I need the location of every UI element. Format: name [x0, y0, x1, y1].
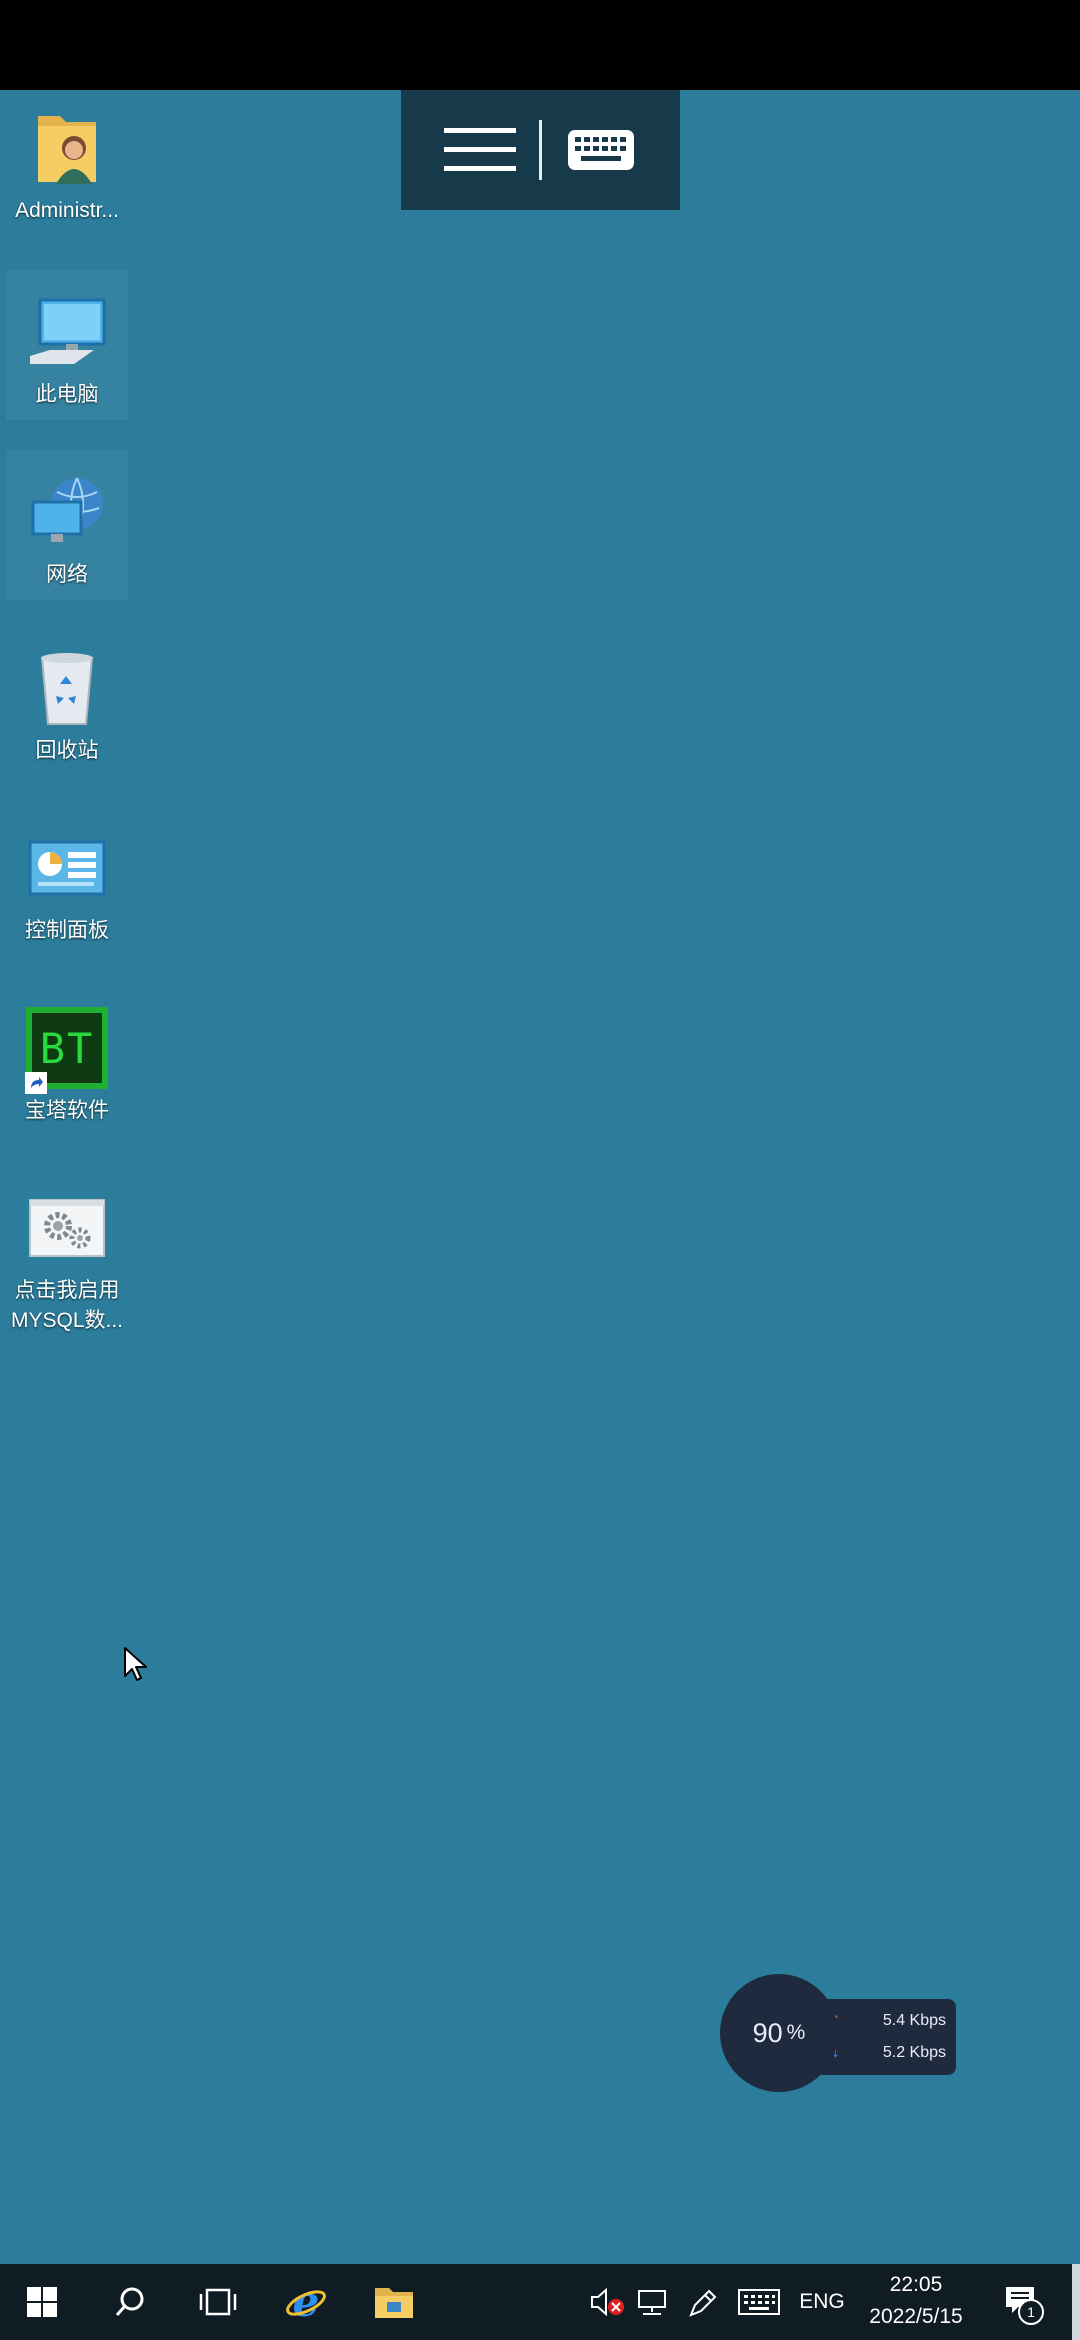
language-indicator[interactable]: ENG [792, 2264, 852, 2340]
desktop-icon-label: 宝塔软件 [25, 1099, 109, 1122]
desktop-icon-bt-panel[interactable]: BT 宝塔软件 [6, 1000, 128, 1126]
bt-panel-icon: BT [19, 1000, 115, 1096]
desktop-icon-recycle-bin[interactable]: 回收站 [6, 640, 128, 766]
language-label: ENG [799, 2290, 845, 2313]
clock-time: 22:05 [889, 2273, 943, 2296]
search-icon[interactable] [88, 2264, 172, 2340]
desktop-icon-label-line1: 点击我启用 [14, 1279, 120, 1302]
screen-edge-bar [1072, 2264, 1080, 2340]
svg-text:e: e [293, 2280, 320, 2324]
notification-count-badge: 1 [1018, 2299, 1044, 2325]
usage-percent: 90 [752, 2017, 783, 2048]
desktop-icon-label-line2: MYSQL数... [10, 1309, 124, 1332]
network-speed-widget[interactable]: ↑ 5.4 Kbps ↓ 5.2 Kbps 90% [720, 1974, 960, 2094]
desktop-icon-label: 此电脑 [35, 383, 99, 406]
task-view-icon[interactable] [176, 2264, 260, 2340]
file-explorer-icon[interactable] [352, 2264, 436, 2340]
desktop-icon-label: Administr... [15, 199, 119, 222]
clock-date: 2022/5/15 [869, 2305, 963, 2328]
keyboard-icon[interactable] [556, 110, 646, 190]
recycle-bin-icon [19, 640, 115, 736]
desktop-icon-label: 网络 [46, 563, 88, 586]
user-folder-icon [19, 100, 115, 196]
memory-usage-circle: 90% [720, 1974, 838, 2092]
volume-muted-icon[interactable] [586, 2264, 630, 2340]
touch-keyboard-icon[interactable] [734, 2264, 784, 2340]
shortcut-arrow-icon [25, 1072, 47, 1094]
usage-percent-unit: % [786, 2021, 806, 2044]
desktop-icon-label: 控制面板 [25, 919, 109, 942]
desktop-icon-label: 回收站 [35, 739, 99, 762]
mouse-cursor-icon [123, 1646, 147, 1687]
desktop-icon-mysql-start[interactable]: 点击我启用 MYSQL数... [6, 1180, 128, 1336]
notification-center-button[interactable]: 1 [996, 2264, 1048, 2340]
taskbar-clock[interactable]: 22:05 2022/5/15 [858, 2269, 974, 2333]
start-button[interactable] [0, 2264, 84, 2340]
network-status-icon[interactable] [630, 2264, 674, 2340]
desktop-icon-user-folder[interactable]: Administr... [6, 100, 128, 226]
internet-explorer-icon[interactable]: e [264, 2264, 348, 2340]
windows-logo-icon [27, 2287, 57, 2317]
remote-toolbar [401, 90, 680, 210]
network-icon [19, 464, 115, 560]
download-speed: 5.2 Kbps [882, 2044, 946, 2061]
computer-icon [19, 284, 115, 380]
desktop-icon-network[interactable]: 网络 [6, 450, 128, 600]
toolbar-divider [539, 120, 542, 180]
top-black-bar [0, 0, 1080, 90]
gears-icon [19, 1180, 115, 1276]
pen-icon[interactable] [680, 2264, 724, 2340]
control-panel-icon [19, 820, 115, 916]
hamburger-menu-icon[interactable] [435, 110, 525, 190]
desktop-icon-this-pc[interactable]: 此电脑 [6, 270, 128, 420]
upload-speed: 5.4 Kbps [882, 2012, 946, 2029]
desktop-icon-control-panel[interactable]: 控制面板 [6, 820, 128, 946]
notification-icon: 1 [1004, 2285, 1044, 2325]
